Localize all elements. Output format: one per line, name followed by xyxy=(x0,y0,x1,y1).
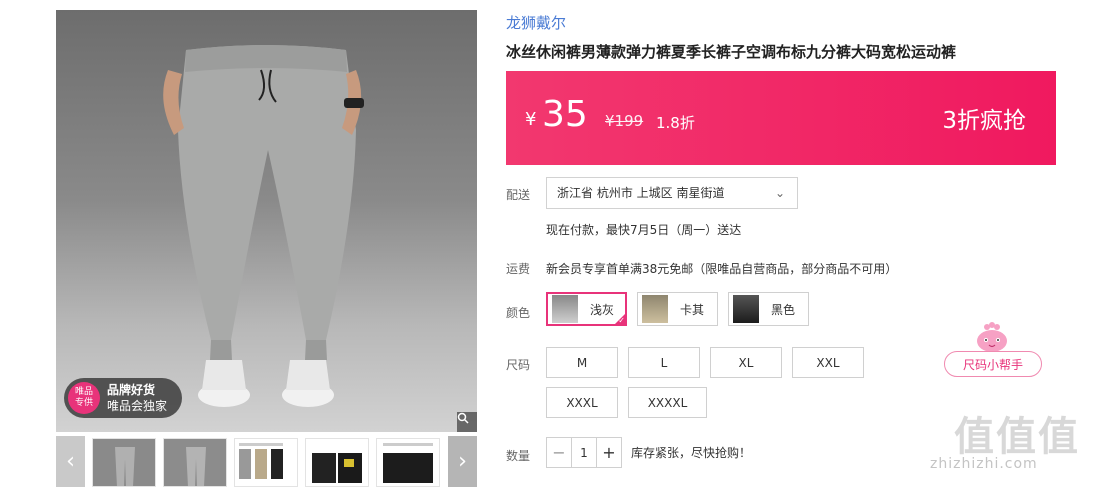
color-option-khaki[interactable]: 卡其 xyxy=(637,292,718,326)
shipping-label: 运费 xyxy=(506,262,531,276)
check-icon: ✓ xyxy=(618,316,625,325)
brand-link[interactable]: 龙狮戴尔 xyxy=(506,12,566,33)
color-name: 卡其 xyxy=(680,302,705,317)
size-option-xxxxl[interactable]: XXXXL xyxy=(628,387,707,418)
size-option-l[interactable]: L xyxy=(628,347,700,378)
price-banner: ¥ 35 ¥199 1.8折 3折疯抢 xyxy=(506,71,1056,165)
color-name: 黑色 xyxy=(771,302,796,317)
exclusive-badge: 唯品 专供 品牌好货 唯品会独家 xyxy=(64,378,182,418)
size-option-xxxl[interactable]: XXXL xyxy=(546,387,618,418)
thumbnail-4[interactable] xyxy=(305,438,369,487)
promo-tag: 3折疯抢 xyxy=(942,108,1026,134)
thumbnail-1[interactable] xyxy=(92,438,156,487)
discount-rate: 1.8折 xyxy=(656,114,695,132)
site-watermark: 值值值 zhizhizhi.com xyxy=(930,400,1101,487)
mascot-icon xyxy=(977,322,1007,352)
vip-logo-icon: 唯品 专供 xyxy=(68,382,100,414)
size-helper-button[interactable]: 尺码小帮手 xyxy=(944,351,1042,377)
badge-subtitle: 唯品会独家 xyxy=(107,399,168,413)
quantity-decrease-button[interactable]: − xyxy=(547,438,571,467)
badge-title: 品牌好货 xyxy=(107,383,156,397)
watermark-url: zhizhizhi.com xyxy=(930,456,1038,472)
color-option-light-gray[interactable]: 浅灰 ✓ xyxy=(546,292,627,326)
size-option-xxl[interactable]: XXL xyxy=(792,347,864,378)
pants-illustration xyxy=(163,45,364,407)
thumb-prev-button[interactable]: ‹ xyxy=(56,436,85,487)
stock-warning: 库存紧张，尽快抢购！ xyxy=(631,446,752,460)
chevron-down-icon: ⌄ xyxy=(774,186,785,200)
delivery-label: 配送 xyxy=(506,188,531,202)
color-name: 浅灰 xyxy=(590,302,615,317)
color-swatch-image xyxy=(552,295,578,323)
size-label: 尺码 xyxy=(506,358,531,372)
watermark-logo: 值值值 xyxy=(954,414,1080,460)
thumb-next-button[interactable]: › xyxy=(448,436,477,487)
quantity-input[interactable]: 1 xyxy=(571,438,597,467)
product-title: 冰丝休闲裤男薄款弹力裤夏季长裤子空调布标九分裤大码宽松运动裤 xyxy=(506,43,957,61)
magnifier-icon[interactable] xyxy=(457,412,477,432)
quantity-label: 数量 xyxy=(506,449,531,463)
thumbnail-strip: ‹ › xyxy=(56,436,477,487)
thumbnail-3[interactable] xyxy=(234,438,298,487)
region-select[interactable]: 浙江省 杭州市 上城区 南星街道 ⌄ xyxy=(546,177,798,209)
currency-symbol: ¥ xyxy=(525,109,537,130)
delivery-estimate: 现在付款，最快7月5日（周一）送达 xyxy=(546,223,742,237)
color-label: 颜色 xyxy=(506,306,531,320)
current-price: 35 xyxy=(542,94,588,135)
quantity-stepper: − 1 + xyxy=(546,437,622,468)
original-price: ¥199 xyxy=(605,112,644,130)
quantity-increase-button[interactable]: + xyxy=(597,438,621,467)
thumbnail-5[interactable] xyxy=(376,438,440,487)
region-value: 浙江省 杭州市 上城区 南星街道 xyxy=(557,186,725,200)
color-swatch-image xyxy=(733,295,759,323)
shipping-info: 新会员专享首单满38元免邮（限唯品自营商品，部分商品不可用） xyxy=(546,262,898,276)
size-option-m[interactable]: M xyxy=(546,347,618,378)
product-main-image[interactable]: 唯品 专供 品牌好货 唯品会独家 xyxy=(56,10,477,432)
color-option-black[interactable]: 黑色 xyxy=(728,292,809,326)
thumbnail-2[interactable] xyxy=(163,438,227,487)
color-swatch-image xyxy=(642,295,668,323)
size-option-xl[interactable]: XL xyxy=(710,347,782,378)
size-helper[interactable]: 尺码小帮手 xyxy=(944,320,1042,378)
